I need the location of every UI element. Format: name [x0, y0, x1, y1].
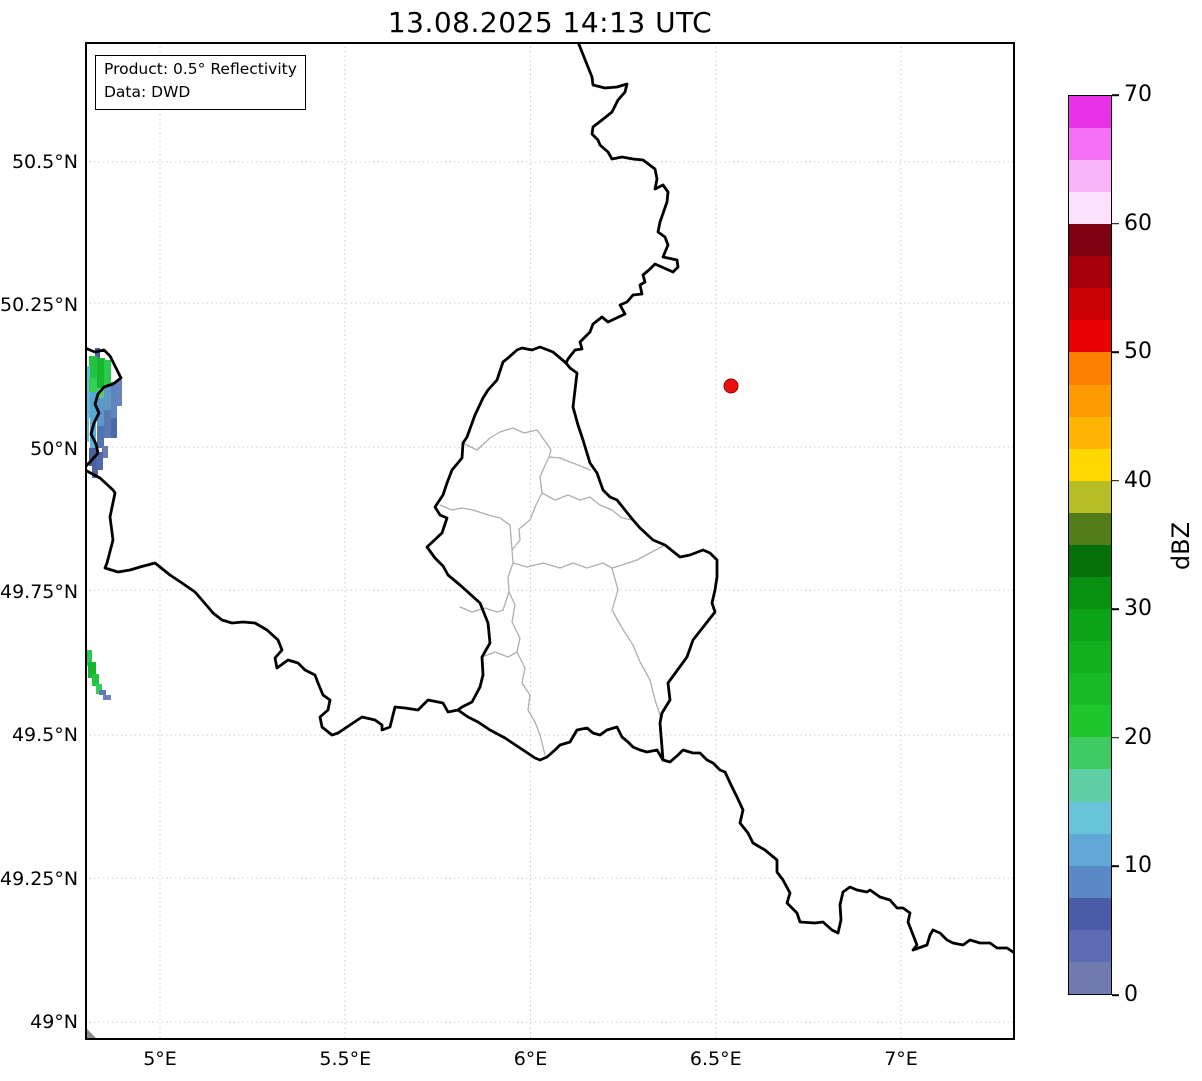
- radar-echo-cell: [89, 378, 97, 392]
- colorbar-tick-label: 70: [1124, 82, 1152, 107]
- colorbar-segment: [1069, 705, 1111, 738]
- colorbar-segment: [1069, 416, 1111, 449]
- colorbar-segment: [1069, 224, 1111, 257]
- colorbar-tick-mark: [1112, 608, 1119, 611]
- border-luxembourg: [425, 345, 719, 762]
- colorbar-segment: [1069, 961, 1111, 994]
- plot-title: 13.08.2025 14:13 UTC: [387, 6, 713, 39]
- colorbar-segment: [1069, 833, 1111, 866]
- radar-echo-cell: [89, 356, 97, 378]
- colorbar-gradient: [1068, 95, 1112, 995]
- colorbar: 0 10 20 30 40 50 60 70: [1068, 82, 1152, 1007]
- grid-lines: [85, 42, 1015, 1040]
- colorbar-tick-mark: [1112, 994, 1119, 996]
- colorbar-tick-label: 30: [1124, 596, 1152, 622]
- radar-echo-cell: [111, 418, 117, 438]
- radar-echo-cell: [99, 690, 106, 695]
- x-tick-label: 6°E: [513, 1048, 548, 1070]
- radar-map-svg: [85, 42, 1015, 1040]
- colorbar-tick-label: 10: [1124, 853, 1152, 879]
- radar-echo-cell: [104, 360, 111, 386]
- colorbar-segment: [1069, 576, 1111, 610]
- colorbar-tick-mark: [1112, 94, 1119, 96]
- y-tick-label: 49°N: [30, 1010, 78, 1033]
- radar-echo-cell: [111, 382, 117, 418]
- colorbar-tick-label: 0: [1124, 982, 1138, 1007]
- radar-echo-cell: [97, 426, 104, 448]
- radar-echo-layer: [85, 348, 122, 700]
- y-tick-label: 50.5°N: [11, 151, 78, 173]
- colorbar-segment: [1069, 320, 1111, 353]
- border-belgium-germany: [564, 42, 680, 365]
- colorbar-segment: [1069, 448, 1111, 481]
- y-tick-label: 49.75°N: [0, 580, 79, 603]
- colorbar-tick-mark: [1112, 222, 1119, 225]
- colorbar-segment: [1069, 641, 1111, 674]
- radar-echo-cell: [104, 386, 111, 410]
- colorbar-segment: [1069, 929, 1111, 962]
- x-tick-label: 5°E: [143, 1048, 177, 1070]
- colorbar-segment: [1069, 609, 1111, 642]
- colorbar-segment: [1069, 769, 1111, 802]
- radar-echo-cell: [117, 380, 122, 406]
- x-tick-label: 6.5°E: [689, 1048, 742, 1070]
- product-info-line1: Product: 0.5° Reflectivity: [104, 60, 297, 78]
- colorbar-tick-label: 20: [1124, 724, 1152, 750]
- colorbar-tick-mark: [1112, 351, 1119, 353]
- y-tick-label: 50°N: [30, 437, 78, 460]
- radar-echo-cell: [104, 410, 111, 438]
- x-tick-label: 7°E: [884, 1048, 918, 1070]
- colorbar-tick-label: 40: [1124, 467, 1152, 493]
- colorbar-segment: [1069, 159, 1111, 193]
- colorbar-segment: [1069, 480, 1111, 513]
- colorbar-segment: [1069, 865, 1111, 898]
- colorbar-segment: [1069, 673, 1111, 706]
- product-info-box: Product: 0.5° Reflectivity Data: DWD: [95, 55, 306, 110]
- colorbar-segment: [1069, 544, 1111, 577]
- colorbar-segment: [1069, 512, 1111, 545]
- colorbar-axis-label: dBZ: [1167, 521, 1195, 571]
- radar-site-dot: [723, 378, 739, 394]
- colorbar-segment: [1069, 95, 1111, 128]
- colorbar-tick-mark: [1112, 737, 1119, 739]
- colorbar-tick-label: 50: [1124, 339, 1152, 365]
- colorbar-segment: [1069, 352, 1111, 385]
- colorbar-tick-mark: [1112, 865, 1119, 868]
- canton-borders: [439, 427, 666, 756]
- y-tick-label: 49.25°N: [0, 867, 79, 890]
- colorbar-segment: [1069, 801, 1111, 834]
- radar-site-marker: [723, 378, 739, 394]
- colorbar-segment: [1069, 897, 1111, 930]
- product-info-line2: Data: DWD: [104, 83, 191, 102]
- map-area: [85, 42, 1015, 1040]
- radar-echo-cell: [97, 358, 105, 388]
- colorbar-segment: [1069, 384, 1111, 417]
- border-belgium-france: [85, 346, 460, 737]
- colorbar-tick-mark: [1112, 479, 1119, 482]
- y-tick-label: 50.25°N: [0, 294, 79, 317]
- colorbar-segment: [1069, 288, 1111, 321]
- colorbar-segment: [1069, 256, 1111, 289]
- colorbar-tick-label: 60: [1124, 210, 1152, 236]
- x-tick-label: 5.5°E: [319, 1048, 372, 1070]
- axes-frame: [85, 42, 1015, 1040]
- radar-figure: { "title": "13.08.2025 14:13 UTC", "info…: [0, 0, 1202, 1081]
- colorbar-segment: [1069, 192, 1111, 225]
- radar-echo-cell: [103, 695, 111, 700]
- y-tick-label: 49.5°N: [11, 724, 78, 747]
- colorbar-segment: [1069, 127, 1111, 160]
- colorbar-segment: [1069, 737, 1111, 770]
